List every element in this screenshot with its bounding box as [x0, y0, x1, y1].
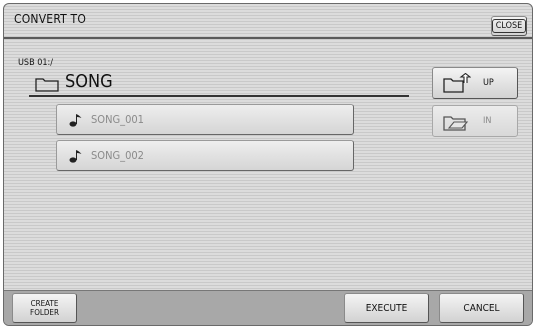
title-divider: [4, 37, 532, 39]
music-note-icon: [69, 114, 82, 127]
create-folder-button[interactable]: CREATE FOLDER: [12, 293, 77, 323]
folder-up-icon: [443, 73, 471, 93]
folder-in-icon: [443, 116, 469, 131]
folder-in-button[interactable]: IN: [432, 105, 518, 137]
music-note-icon: [69, 150, 82, 163]
close-button[interactable]: CLOSE: [491, 16, 527, 36]
folder-icon: [35, 78, 59, 92]
folder-in-label: IN: [483, 116, 492, 126]
current-folder: SONG: [29, 67, 409, 97]
file-item[interactable]: SONG_001: [56, 104, 354, 135]
cancel-button[interactable]: CANCEL: [439, 293, 524, 323]
file-name: SONG_001: [91, 113, 144, 126]
close-button-label: CLOSE: [491, 19, 527, 33]
folder-up-label: UP: [483, 78, 494, 88]
create-folder-label-line1: CREATE: [30, 299, 59, 308]
folder-up-button[interactable]: UP: [432, 67, 518, 99]
create-folder-label-line2: FOLDER: [30, 308, 59, 317]
file-item[interactable]: SONG_002: [56, 140, 354, 171]
file-name: SONG_002: [91, 149, 144, 162]
convert-to-window: CONVERT TO CLOSE USB 01:/ SONG UP IN SON…: [3, 3, 533, 326]
current-folder-name: SONG: [65, 71, 113, 92]
window-title: CONVERT TO: [14, 12, 87, 26]
execute-button[interactable]: EXECUTE: [344, 293, 429, 323]
